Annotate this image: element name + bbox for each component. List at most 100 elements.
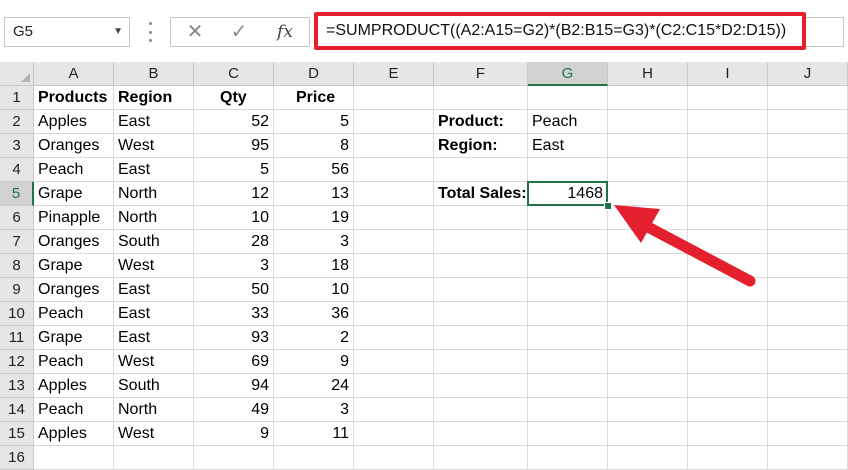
column-header-C[interactable]: C xyxy=(194,62,274,86)
cell-B11[interactable]: East xyxy=(114,326,194,350)
cell-B5[interactable]: North xyxy=(114,182,194,206)
cell-F15[interactable] xyxy=(434,422,528,446)
cell-B9[interactable]: East xyxy=(114,278,194,302)
cell-I12[interactable] xyxy=(688,350,768,374)
cell-F6[interactable] xyxy=(434,206,528,230)
cell-F7[interactable] xyxy=(434,230,528,254)
column-header-D[interactable]: D xyxy=(274,62,354,86)
cell-D16[interactable] xyxy=(274,446,354,470)
cell-H2[interactable] xyxy=(608,110,688,134)
cell-E7[interactable] xyxy=(354,230,434,254)
cell-A16[interactable] xyxy=(34,446,114,470)
row-header-10[interactable]: 10 xyxy=(0,302,34,326)
cell-C8[interactable]: 3 xyxy=(194,254,274,278)
cell-I13[interactable] xyxy=(688,374,768,398)
row-header-5[interactable]: 5 xyxy=(0,182,34,206)
cell-E10[interactable] xyxy=(354,302,434,326)
cell-I4[interactable] xyxy=(688,158,768,182)
cell-A7[interactable]: Oranges xyxy=(34,230,114,254)
row-header-15[interactable]: 15 xyxy=(0,422,34,446)
check-icon[interactable]: ✓ xyxy=(219,18,259,46)
cell-E4[interactable] xyxy=(354,158,434,182)
cell-A2[interactable]: Apples xyxy=(34,110,114,134)
cell-H1[interactable] xyxy=(608,86,688,110)
cell-H9[interactable] xyxy=(608,278,688,302)
cell-G6[interactable] xyxy=(528,206,608,230)
cell-E1[interactable] xyxy=(354,86,434,110)
cell-B8[interactable]: West xyxy=(114,254,194,278)
cell-G11[interactable] xyxy=(528,326,608,350)
cell-H10[interactable] xyxy=(608,302,688,326)
cell-G16[interactable] xyxy=(528,446,608,470)
cell-G15[interactable] xyxy=(528,422,608,446)
formula-input[interactable]: =SUMPRODUCT((A2:A15=G2)*(B2:B15=G3)*(C2:… xyxy=(314,12,806,50)
cell-G3[interactable]: East xyxy=(528,134,608,158)
cell-E12[interactable] xyxy=(354,350,434,374)
cell-H14[interactable] xyxy=(608,398,688,422)
cell-A15[interactable]: Apples xyxy=(34,422,114,446)
cell-E2[interactable] xyxy=(354,110,434,134)
cell-J14[interactable] xyxy=(768,398,848,422)
cell-A8[interactable]: Grape xyxy=(34,254,114,278)
cell-J12[interactable] xyxy=(768,350,848,374)
cell-D4[interactable]: 56 xyxy=(274,158,354,182)
select-all-corner[interactable] xyxy=(0,62,34,86)
name-box[interactable]: G5 ▼ xyxy=(4,17,130,47)
cell-I8[interactable] xyxy=(688,254,768,278)
cell-J5[interactable] xyxy=(768,182,848,206)
row-header-16[interactable]: 16 xyxy=(0,446,34,470)
column-header-G[interactable]: G xyxy=(528,62,608,86)
cell-J2[interactable] xyxy=(768,110,848,134)
cell-J7[interactable] xyxy=(768,230,848,254)
row-header-12[interactable]: 12 xyxy=(0,350,34,374)
cell-E5[interactable] xyxy=(354,182,434,206)
cell-I16[interactable] xyxy=(688,446,768,470)
cell-B7[interactable]: South xyxy=(114,230,194,254)
cell-D15[interactable]: 11 xyxy=(274,422,354,446)
cell-D11[interactable]: 2 xyxy=(274,326,354,350)
cell-I7[interactable] xyxy=(688,230,768,254)
cell-F3[interactable]: Region: xyxy=(434,134,528,158)
cell-J8[interactable] xyxy=(768,254,848,278)
cell-F8[interactable] xyxy=(434,254,528,278)
cell-I11[interactable] xyxy=(688,326,768,350)
cell-J11[interactable] xyxy=(768,326,848,350)
cell-I3[interactable] xyxy=(688,134,768,158)
cell-H8[interactable] xyxy=(608,254,688,278)
cell-J9[interactable] xyxy=(768,278,848,302)
row-header-9[interactable]: 9 xyxy=(0,278,34,302)
cell-D1[interactable]: Price xyxy=(274,86,354,110)
cell-J1[interactable] xyxy=(768,86,848,110)
column-header-I[interactable]: I xyxy=(688,62,768,86)
cell-C13[interactable]: 94 xyxy=(194,374,274,398)
row-header-14[interactable]: 14 xyxy=(0,398,34,422)
cell-D9[interactable]: 10 xyxy=(274,278,354,302)
cell-C10[interactable]: 33 xyxy=(194,302,274,326)
cell-G13[interactable] xyxy=(528,374,608,398)
cell-A1[interactable]: Products xyxy=(34,86,114,110)
cell-J16[interactable] xyxy=(768,446,848,470)
cell-B2[interactable]: East xyxy=(114,110,194,134)
cell-J6[interactable] xyxy=(768,206,848,230)
cell-A10[interactable]: Peach xyxy=(34,302,114,326)
row-header-7[interactable]: 7 xyxy=(0,230,34,254)
cell-D2[interactable]: 5 xyxy=(274,110,354,134)
cell-I5[interactable] xyxy=(688,182,768,206)
cell-G10[interactable] xyxy=(528,302,608,326)
cell-B13[interactable]: South xyxy=(114,374,194,398)
cell-D3[interactable]: 8 xyxy=(274,134,354,158)
cell-E14[interactable] xyxy=(354,398,434,422)
cell-D5[interactable]: 13 xyxy=(274,182,354,206)
cell-J10[interactable] xyxy=(768,302,848,326)
cell-F2[interactable]: Product: xyxy=(434,110,528,134)
cell-C11[interactable]: 93 xyxy=(194,326,274,350)
row-header-6[interactable]: 6 xyxy=(0,206,34,230)
cell-A3[interactable]: Oranges xyxy=(34,134,114,158)
cell-A4[interactable]: Peach xyxy=(34,158,114,182)
cell-J15[interactable] xyxy=(768,422,848,446)
cell-A14[interactable]: Peach xyxy=(34,398,114,422)
cell-A11[interactable]: Grape xyxy=(34,326,114,350)
row-header-3[interactable]: 3 xyxy=(0,134,34,158)
cell-D8[interactable]: 18 xyxy=(274,254,354,278)
cell-C1[interactable]: Qty xyxy=(194,86,274,110)
